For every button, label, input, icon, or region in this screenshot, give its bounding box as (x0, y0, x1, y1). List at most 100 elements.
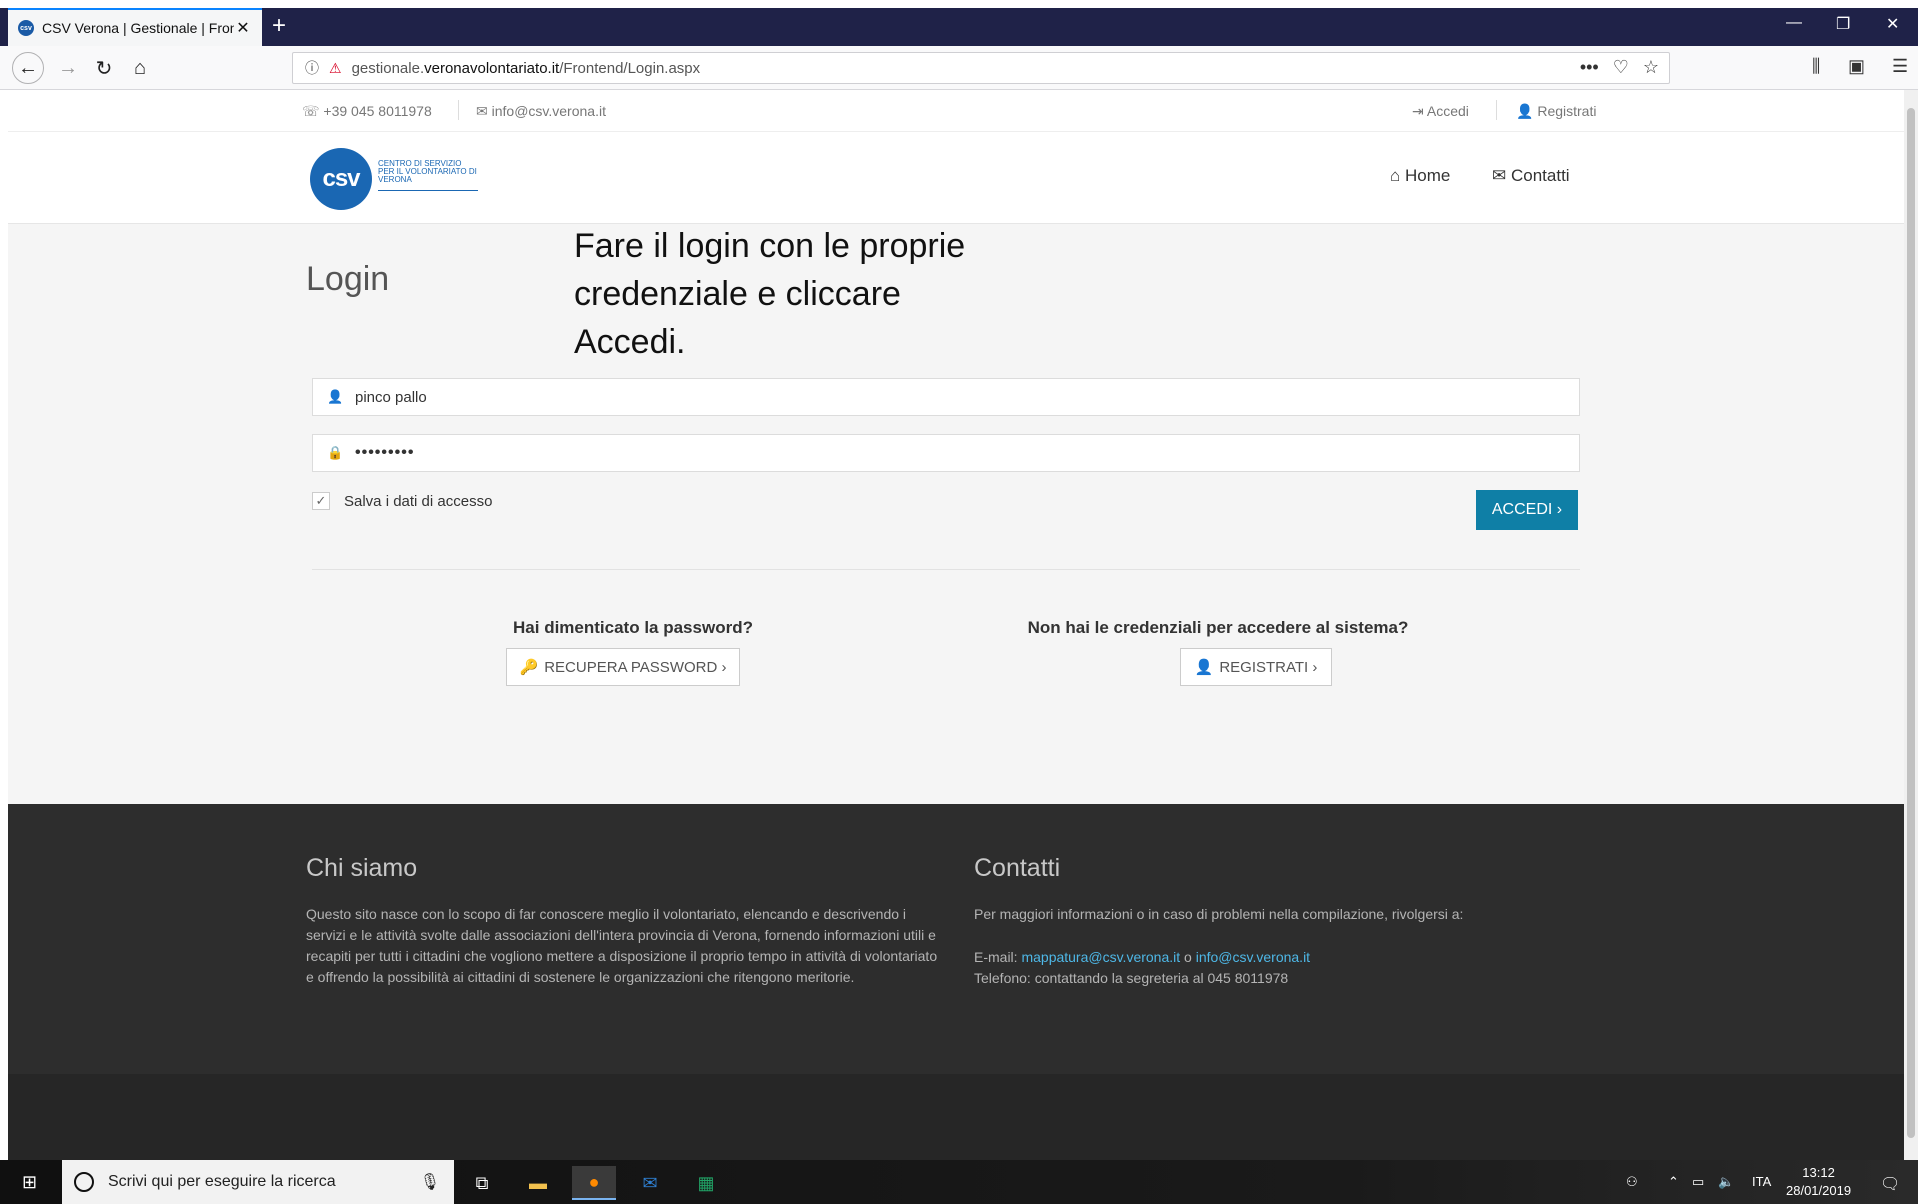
username-field[interactable]: 👤 pinco pallo (312, 378, 1580, 416)
page-viewport: ☏ +39 045 8011978 ✉ info@csv.verona.it ⇥… (8, 90, 1904, 1160)
page-actions-icon[interactable]: ••• (1580, 57, 1599, 78)
taskbar-search-placeholder: Scrivi qui per eseguire la ricerca (108, 1173, 336, 1190)
no-credentials-question: Non hai le credenziali per accedere al s… (1027, 618, 1409, 637)
bookmark-star-icon[interactable]: ☆ (1643, 57, 1659, 78)
key-icon: 🔑 (519, 659, 539, 676)
page-title: Login (306, 260, 390, 298)
menu-icon[interactable]: ☰ (1892, 56, 1908, 77)
file-explorer-icon[interactable]: ▬ (516, 1166, 560, 1200)
register-button[interactable]: 👤 REGISTRATI › (1180, 648, 1332, 686)
user-icon: 👤 (327, 389, 344, 404)
site-favicon-icon: csv (18, 20, 34, 36)
url-bar[interactable]: ⓘ ⚠ gestionale. veronavolontariato.it/Fro… (292, 52, 1670, 84)
excel-icon[interactable]: ▦ (684, 1166, 728, 1200)
check-icon[interactable]: ✓ (312, 492, 330, 510)
top-register-label: Registrati (1537, 103, 1597, 119)
tray-chevron-icon[interactable]: ⌃ (1668, 1174, 1679, 1190)
taskbar-search[interactable]: Scrivi qui per eseguire la ricerca 🎙 (62, 1160, 454, 1204)
nav-home-label: Home (1405, 166, 1451, 185)
nav-contacts[interactable]: ✉ Contatti (1492, 166, 1570, 186)
pocket-icon[interactable]: ♡ (1613, 57, 1629, 78)
email-label: E-mail: (974, 949, 1018, 965)
contacts-email-line: E-mail: mappatura@csv.verona.it o info@c… (974, 947, 1574, 968)
top-login-label: Accedi (1426, 103, 1469, 119)
microphone-icon[interactable]: 🎙 (420, 1172, 440, 1192)
password-value: ••••••••• (355, 444, 415, 461)
scrollbar-thumb[interactable] (1907, 108, 1915, 1138)
email-link-info[interactable]: info@csv.verona.it (1196, 949, 1310, 965)
envelope-nav-icon: ✉ (1492, 166, 1507, 185)
language-indicator[interactable]: ITA (1752, 1174, 1771, 1189)
email-info: ✉ info@csv.verona.it (476, 103, 606, 120)
outlook-icon[interactable]: ✉ (628, 1166, 672, 1200)
contacts-phone: Telefono: contattando la segreteria al 0… (974, 970, 1289, 986)
phone-icon: ☏ (302, 103, 320, 119)
divider (312, 569, 1580, 570)
home-icon[interactable]: ⌂ (124, 52, 156, 84)
close-window-icon[interactable]: ✕ (1886, 14, 1899, 34)
envelope-icon: ✉ (476, 103, 488, 119)
contacts-title: Contatti (974, 854, 1061, 882)
reload-icon[interactable]: ↻ (88, 52, 120, 84)
people-icon[interactable]: ⚇ (1626, 1174, 1638, 1190)
username-value: pinco pallo (355, 388, 427, 406)
site-footer: Chi siamo Questo sito nasce con lo scopo… (8, 804, 1904, 1074)
top-register-link[interactable]: 👤 Registrati (1516, 103, 1596, 120)
forgot-password-question: Hai dimenticato la password? (513, 618, 753, 637)
info-icon[interactable]: ⓘ (305, 58, 319, 78)
browser-tab-bar: csv CSV Verona | Gestionale | Fronte ✕ +… (0, 0, 1918, 46)
forward-arrow-icon[interactable]: → (52, 52, 84, 84)
browser-tab[interactable]: csv CSV Verona | Gestionale | Fronte ✕ (8, 8, 262, 46)
email-link-mappatura[interactable]: mappatura@csv.verona.it (1021, 949, 1180, 965)
top-login-link[interactable]: ⇥ Accedi (1412, 103, 1469, 120)
phone-number: +39 045 8011978 (323, 103, 432, 119)
tab-title: CSV Verona | Gestionale | Fronte (42, 20, 234, 36)
email-or: o (1184, 949, 1192, 965)
url-domain: veronavolontariato.it (424, 59, 560, 77)
new-tab-icon[interactable]: + (272, 12, 286, 40)
network-icon[interactable]: ▭ (1692, 1174, 1704, 1190)
cortana-icon (74, 1172, 94, 1192)
login-submit-button[interactable]: ACCEDI › (1476, 490, 1578, 530)
browser-toolbar: ← → ↻ ⌂ ⓘ ⚠ gestionale. veronavolontariat… (0, 46, 1918, 90)
about-title: Chi siamo (306, 854, 418, 882)
restore-icon[interactable]: ❐ (1836, 14, 1850, 34)
sign-in-icon: ⇥ (1412, 103, 1424, 119)
volume-icon[interactable]: 🔈 (1718, 1174, 1734, 1190)
url-prefix: gestionale. (351, 59, 425, 77)
recover-password-button[interactable]: 🔑 RECUPERA PASSWORD › (506, 648, 740, 686)
notifications-icon[interactable]: 🗨 (1880, 1174, 1900, 1194)
insecure-lock-icon[interactable]: ⚠ (329, 60, 342, 77)
close-tab-icon[interactable]: ✕ (234, 18, 252, 38)
logo-tagline-line (378, 190, 478, 193)
user-plus-button-icon: 👤 (1194, 659, 1214, 676)
back-arrow-icon[interactable]: ← (12, 52, 44, 84)
password-field[interactable]: 🔒 ••••••••• (312, 434, 1580, 472)
firefox-icon[interactable]: ● (572, 1166, 616, 1200)
recover-password-label: RECUPERA PASSWORD › (544, 658, 727, 676)
email-address: info@csv.verona.it (491, 103, 606, 119)
remember-me-checkbox[interactable]: ✓ Salva i dati di accesso (312, 492, 492, 510)
nav-home[interactable]: ⌂ Home (1390, 166, 1450, 186)
register-label: REGISTRATI › (1219, 658, 1318, 676)
url-path: /Frontend/Login.aspx (559, 59, 701, 77)
taskbar-clock[interactable]: 13:12 28/01/2019 (1786, 1164, 1851, 1200)
footer-bottom-bar (8, 1074, 1904, 1160)
windows-taskbar: ⊞ Scrivi qui per eseguire la ricerca 🎙 ⧉… (0, 1160, 1918, 1204)
tutorial-annotation: Fare il login con le proprie credenziale… (574, 227, 966, 361)
contacts-intro: Per maggiori informazioni o in caso di p… (974, 906, 1464, 922)
windows-start-icon[interactable]: ⊞ (22, 1172, 37, 1193)
csv-logo[interactable]: csv CENTRO DI SERVIZIO PER IL VOLONTARIA… (310, 148, 480, 210)
home-nav-icon: ⌂ (1390, 166, 1401, 185)
phone-info: ☏ +39 045 8011978 (302, 103, 432, 120)
library-icon[interactable]: ⫼ (1812, 56, 1820, 77)
task-view-icon[interactable]: ⧉ (460, 1166, 504, 1200)
about-text: Questo sito nasce con lo scopo di far co… (306, 906, 938, 985)
vertical-scrollbar[interactable] (1904, 90, 1918, 1160)
minimize-icon[interactable]: — (1786, 14, 1802, 32)
site-header: csv CENTRO DI SERVIZIO PER IL VOLONTARIA… (8, 132, 1904, 224)
nav-contacts-label: Contatti (1510, 166, 1570, 185)
contact-topbar: ☏ +39 045 8011978 ✉ info@csv.verona.it ⇥… (8, 90, 1904, 132)
sidebar-icon[interactable]: ▣ (1848, 56, 1865, 77)
lock-icon: 🔒 (327, 445, 344, 460)
